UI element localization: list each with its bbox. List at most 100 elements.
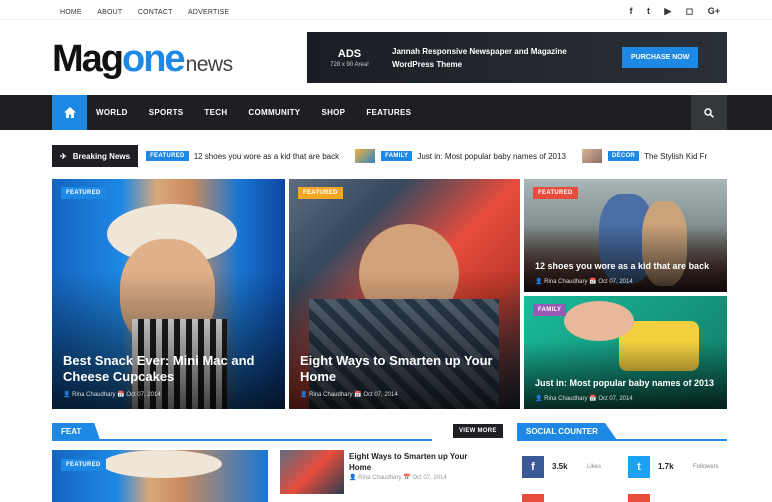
card-tag[interactable]: FEATURED — [61, 187, 106, 199]
nav-item-community[interactable]: COMMUNITY — [248, 108, 300, 117]
twitter-icon[interactable]: t — [647, 6, 650, 16]
card-author[interactable]: Rina Chaudhary — [544, 396, 587, 402]
card-tag[interactable]: FEATURED — [533, 187, 578, 199]
ticker-tag[interactable]: FAMILY — [381, 151, 413, 161]
top-link-advertise[interactable]: ADVERTISE — [188, 9, 229, 16]
feat-post-meta: 👤 Rina Chaudhary 📅 Oct 07, 2014 — [349, 474, 447, 481]
social-counter-facebook[interactable]: f 3.5k Likes — [522, 453, 620, 480]
user-icon: 👤 — [535, 396, 545, 402]
social-top: f t ▶ ◻ G+ — [620, 1, 720, 19]
purchase-now-button[interactable]: PURCHASE NOW — [622, 47, 699, 68]
card-author[interactable]: Rina Chaudhary — [544, 279, 587, 285]
featured-card-2[interactable]: FEATURED Eight Ways to Smarten up Your H… — [289, 179, 520, 409]
featured-card-4[interactable]: FAMILY Just in: Most popular baby names … — [524, 296, 727, 409]
ticker-thumbnail[interactable] — [581, 149, 602, 163]
card-meta: 👤 Rina Chaudhary 📅 Oct 07, 2014 — [535, 278, 633, 285]
feat-main-card[interactable]: FEATURED — [52, 450, 268, 502]
nav-item-world[interactable]: WORLD — [96, 108, 128, 117]
card-date: Oct 07, 2014 — [598, 279, 633, 285]
header-ad-banner[interactable]: ADS 728 x 90 Area! Jannah Responsive New… — [307, 32, 727, 83]
youtube-icon[interactable]: ▶ — [664, 6, 671, 16]
calendar-icon: 📅 — [587, 279, 599, 285]
facebook-icon[interactable]: f — [630, 6, 633, 16]
home-button[interactable] — [52, 95, 87, 130]
calendar-icon: 📅 — [401, 475, 413, 481]
social-label: Followers — [693, 463, 719, 470]
feat-post-date: Oct 07, 2014 — [412, 475, 447, 481]
social-count: 3.5k — [552, 462, 568, 471]
top-link-about[interactable]: ABOUT — [97, 9, 122, 16]
card-date: Oct 07, 2014 — [363, 392, 398, 398]
site-logo[interactable]: Mag one news — [52, 38, 233, 80]
user-icon: 👤 — [300, 392, 310, 398]
nav-item-tech[interactable]: TECH — [204, 108, 227, 117]
card-date: Oct 07, 2014 — [126, 392, 161, 398]
ad-title: ADS — [337, 47, 362, 60]
calendar-icon: 📅 — [115, 392, 127, 398]
ticker-item[interactable]: The Stylish Kid Fr — [644, 152, 707, 161]
card-shade — [52, 271, 285, 409]
card-title[interactable]: Eight Ways to Smarten up Your Home — [300, 353, 505, 385]
card-meta: 👤 Rina Chaudhary 📅 Oct 07, 2014 — [300, 391, 398, 398]
feat-section-header: FEAT — [52, 423, 432, 441]
bolt-icon: ✈ — [60, 151, 67, 161]
social-counter-header: SOCIAL COUNTER — [517, 423, 727, 441]
breaking-news-label-text: Breaking News — [72, 151, 131, 161]
nav-item-shop[interactable]: SHOP — [321, 108, 345, 117]
ticker-item[interactable]: 12 shoes you wore as a kid that are back — [194, 152, 339, 161]
ticker-tag[interactable]: DÉCOR — [607, 151, 640, 161]
top-link-home[interactable]: HOME — [60, 9, 82, 16]
card-meta: 👤 Rina Chaudhary 📅 Oct 07, 2014 — [63, 391, 161, 398]
feat-post-title[interactable]: Eight Ways to Smarten up Your Home — [349, 451, 479, 473]
featured-card-3[interactable]: FEATURED 12 shoes you wore as a kid that… — [524, 179, 727, 292]
card-tag[interactable]: FEATURED — [61, 459, 106, 471]
feat-post-thumbnail[interactable] — [280, 450, 344, 494]
user-icon: 👤 — [535, 279, 545, 285]
ticker-tag[interactable]: FEATURED — [146, 151, 189, 161]
ticker-thumbnail[interactable] — [355, 149, 376, 163]
featured-card-1[interactable]: FEATURED Best Snack Ever: Mini Mac and C… — [52, 179, 285, 409]
googleplus-icon[interactable]: G+ — [708, 6, 720, 16]
social-counter-heading: SOCIAL COUNTER — [517, 423, 617, 440]
social-count: 1.7k — [658, 462, 674, 471]
breaking-news-label: ✈ Breaking News — [52, 145, 139, 167]
feat-post-author[interactable]: Rina Chaudhary — [358, 475, 401, 481]
nav-item-sports[interactable]: SPORTS — [149, 108, 184, 117]
calendar-icon: 📅 — [587, 396, 599, 402]
user-icon: 👤 — [63, 392, 73, 398]
top-bar: HOME ABOUT CONTACT ADVERTISE f t ▶ ◻ G+ — [0, 0, 772, 20]
card-title[interactable]: 12 shoes you wore as a kid that are back — [535, 261, 725, 272]
user-icon: 👤 — [349, 475, 359, 481]
card-date: Oct 07, 2014 — [598, 396, 633, 402]
ticker-item[interactable]: Just in: Most popular baby names of 2013 — [417, 152, 566, 161]
social-counter-row-2-right[interactable] — [628, 494, 650, 502]
ad-label: ADS 728 x 90 Area! — [307, 48, 392, 68]
view-more-button[interactable]: VIEW MORE — [453, 424, 503, 438]
nav-item-features[interactable]: FEATURES — [366, 108, 411, 117]
home-icon — [63, 107, 76, 118]
feat-heading: FEAT — [52, 423, 100, 440]
card-tag[interactable]: FAMILY — [533, 304, 567, 316]
card-title[interactable]: Just in: Most popular baby names of 2013 — [535, 378, 725, 389]
card-shade — [289, 271, 520, 409]
facebook-icon: f — [522, 455, 544, 478]
social-counter-row-2-left[interactable] — [522, 494, 544, 502]
card-title[interactable]: Best Snack Ever: Mini Mac and Cheese Cup… — [63, 353, 268, 385]
search-button[interactable] — [691, 95, 727, 130]
nav-items: WORLD SPORTS TECH COMMUNITY SHOP FEATURE… — [96, 95, 432, 130]
top-link-contact[interactable]: CONTACT — [138, 9, 173, 16]
twitter-icon: t — [628, 455, 650, 478]
logo-part-one: one — [122, 38, 186, 80]
social-label: Likes — [587, 463, 602, 470]
card-tag[interactable]: FEATURED — [298, 187, 343, 199]
ad-size: 728 x 90 Area! — [330, 61, 369, 68]
social-counter-twitter[interactable]: t 1.7k Followers — [628, 453, 727, 480]
search-icon — [704, 107, 714, 118]
instagram-icon[interactable]: ◻ — [686, 6, 693, 16]
card-author[interactable]: Rina Chaudhary — [309, 392, 352, 398]
card-meta: 👤 Rina Chaudhary 📅 Oct 07, 2014 — [535, 395, 633, 402]
top-links: HOME ABOUT CONTACT ADVERTISE — [60, 1, 240, 19]
card-author[interactable]: Rina Chaudhary — [72, 392, 115, 398]
main-nav: WORLD SPORTS TECH COMMUNITY SHOP FEATURE… — [0, 95, 772, 130]
breaking-news-ticker: ✈ Breaking News FEATURED 12 shoes you wor… — [52, 145, 727, 167]
